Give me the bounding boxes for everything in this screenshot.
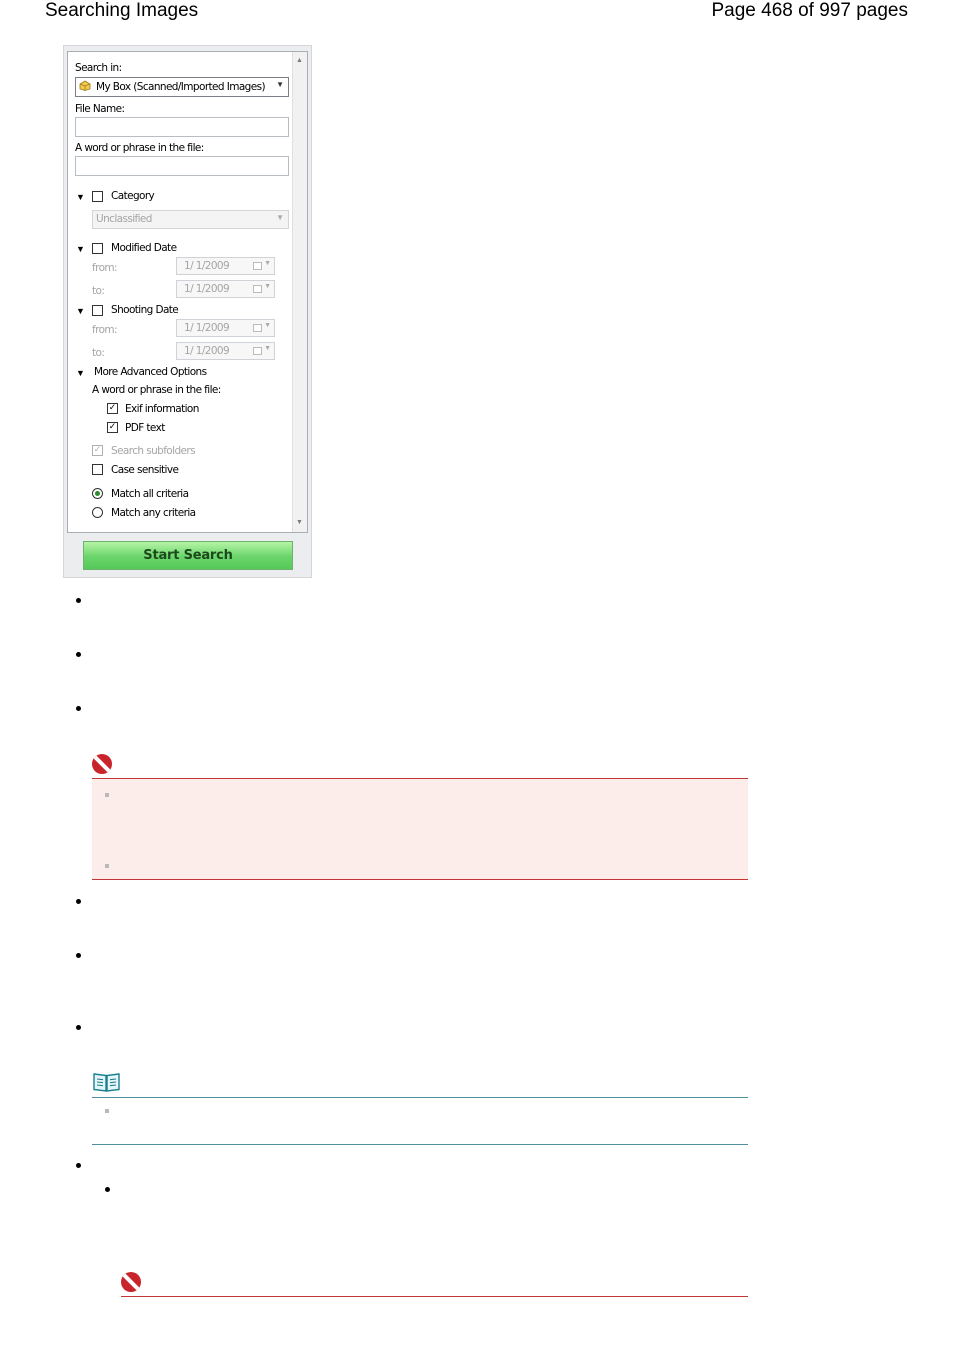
match-any-label: Match any criteria: [111, 507, 196, 519]
search-subfolders-label: Search subfolders: [111, 445, 196, 457]
category-value: Unclassified: [96, 213, 152, 225]
match-all-radio[interactable]: [92, 488, 103, 499]
document-title: Searching Images: [45, 0, 199, 21]
scroll-up-icon[interactable]: ▲: [296, 57, 303, 65]
chevron-down-icon: ▼: [264, 283, 271, 290]
exif-label: Exif information: [125, 403, 199, 415]
list-square: [105, 864, 109, 868]
modified-date-checkbox[interactable]: [92, 243, 103, 254]
important-divider: [121, 1296, 748, 1297]
chevron-down-icon: ▼: [276, 213, 284, 222]
category-label: Category: [111, 190, 155, 202]
expand-triangle-icon[interactable]: ▼: [76, 368, 85, 378]
word-phrase-input[interactable]: [75, 156, 289, 176]
shooting-from-label: from:: [92, 324, 118, 336]
radio-selected-dot: [95, 491, 100, 496]
match-all-label: Match all criteria: [111, 488, 189, 500]
scroll-down-icon[interactable]: ▼: [296, 519, 303, 527]
list-bullet: [76, 706, 81, 711]
modified-date-label: Modified Date: [111, 242, 177, 254]
important-callout: [92, 778, 748, 880]
pdf-text-checkbox[interactable]: ✓: [107, 422, 118, 433]
file-name-input[interactable]: [75, 117, 289, 137]
list-square: [105, 793, 109, 797]
list-bullet: [76, 1163, 81, 1168]
list-bullet: [76, 899, 81, 904]
box-icon: [79, 80, 91, 91]
shooting-date-label: Shooting Date: [111, 304, 179, 316]
note-divider: [92, 1097, 748, 1098]
calendar-icon: [253, 324, 262, 332]
expand-triangle-icon[interactable]: ▼: [76, 306, 85, 316]
calendar-icon: [253, 285, 262, 293]
shooting-date-checkbox[interactable]: [92, 305, 103, 316]
list-bullet: [76, 652, 81, 657]
advanced-word-phrase-label: A word or phrase in the file:: [92, 384, 221, 396]
case-sensitive-checkbox[interactable]: [92, 464, 103, 475]
important-icon: [121, 1272, 141, 1292]
pdf-text-label: PDF text: [125, 422, 165, 434]
modified-from-date-picker[interactable]: 1/ 1/2009 ▼: [176, 257, 275, 275]
modified-to-date-picker[interactable]: 1/ 1/2009 ▼: [176, 280, 275, 298]
calendar-icon: [253, 262, 262, 270]
list-bullet: [76, 953, 81, 958]
chevron-down-icon: ▼: [264, 322, 271, 329]
vertical-scrollbar[interactable]: ▲ ▼: [292, 52, 307, 532]
page-indicator: Page 468 of 997 pages: [711, 0, 908, 21]
chevron-down-icon: ▼: [276, 80, 284, 89]
list-bullet: [76, 598, 81, 603]
shooting-to-date-picker[interactable]: 1/ 1/2009 ▼: [176, 342, 275, 360]
exif-checkbox[interactable]: ✓: [107, 403, 118, 414]
calendar-icon: [253, 347, 262, 355]
modified-to-label: to:: [92, 285, 105, 297]
search-in-label: Search in:: [75, 62, 122, 74]
chevron-down-icon: ▼: [264, 345, 271, 352]
search-panel: Search in: My Box (Scanned/Imported Imag…: [63, 45, 312, 578]
case-sensitive-label: Case sensitive: [111, 464, 179, 476]
word-phrase-label: A word or phrase in the file:: [75, 142, 204, 154]
category-select[interactable]: Unclassified ▼: [92, 210, 289, 229]
search-subfolders-checkbox[interactable]: ✓: [92, 445, 103, 456]
advanced-options-label: More Advanced Options: [94, 366, 207, 378]
expand-triangle-icon[interactable]: ▼: [76, 192, 85, 202]
modified-from-label: from:: [92, 262, 118, 274]
important-icon: [92, 754, 112, 774]
file-name-label: File Name:: [75, 103, 125, 115]
search-in-select[interactable]: My Box (Scanned/Imported Images) ▼: [75, 77, 289, 97]
shooting-from-date-picker[interactable]: 1/ 1/2009 ▼: [176, 319, 275, 337]
chevron-down-icon: ▼: [264, 260, 271, 267]
note-divider: [92, 1144, 748, 1145]
match-any-radio[interactable]: [92, 507, 103, 518]
note-icon: [93, 1073, 120, 1092]
expand-triangle-icon[interactable]: ▼: [76, 244, 85, 254]
list-bullet: [76, 1025, 81, 1030]
search-options-pane: Search in: My Box (Scanned/Imported Imag…: [67, 51, 308, 533]
list-square: [105, 1109, 109, 1113]
start-search-button[interactable]: Start Search: [83, 541, 293, 570]
category-checkbox[interactable]: [92, 191, 103, 202]
list-bullet: [105, 1187, 110, 1192]
search-in-value: My Box (Scanned/Imported Images): [96, 81, 266, 93]
shooting-to-label: to:: [92, 347, 105, 359]
